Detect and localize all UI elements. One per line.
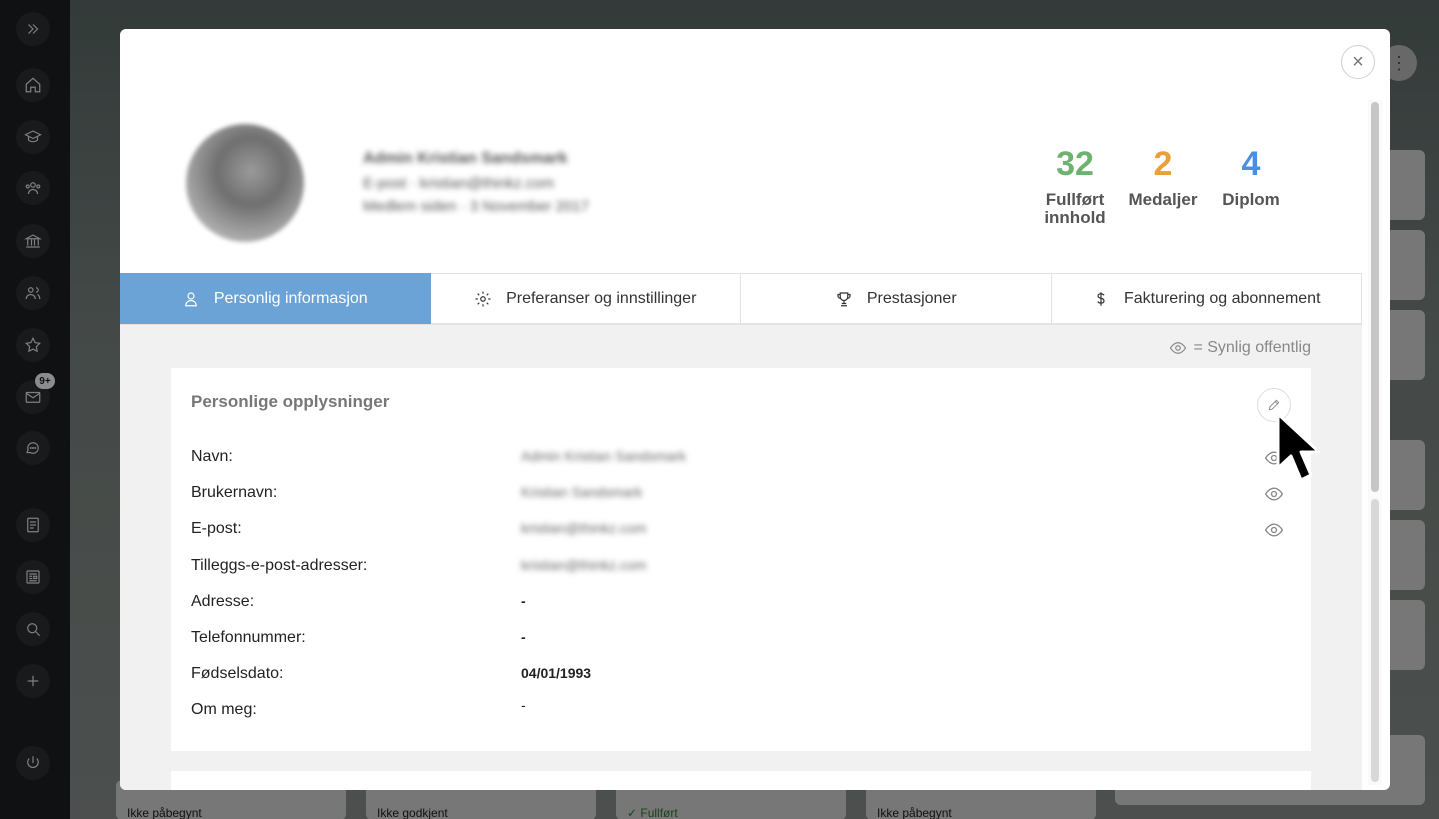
profile-modal: × Admin Kristian Sandsmark E-post · kris… (120, 29, 1390, 790)
detail-row-birthdate: Fødselsdato: 04/01/1993 (191, 665, 1291, 689)
detail-row-username: Brukernavn: Kristian Sandsmark (191, 484, 1291, 508)
detail-value: kristian@thinkz.com (521, 520, 647, 536)
stat-value: 2 (1153, 145, 1173, 183)
profile-member-since: Medlem siden · 3 November 2017 (363, 198, 589, 215)
gear-icon (475, 291, 491, 306)
detail-label: Adresse: (191, 593, 255, 610)
avatar-edit-badge (296, 217, 316, 237)
detail-value: - (521, 629, 526, 645)
detail-label: Brukernavn: (191, 484, 278, 501)
profile-email: E-post · kristian@thinkz.com (363, 175, 555, 192)
stat-value: 32 (1056, 145, 1094, 183)
next-section-card (171, 771, 1311, 790)
tab-label: Personlig informasjon (213, 289, 368, 307)
stat-completed-content: 32 Fullført innhold (1025, 145, 1125, 227)
close-button[interactable]: × (1341, 45, 1375, 79)
detail-row-address: Adresse: - (191, 593, 1291, 617)
detail-row-name: Navn: Admin Kristian Sandsmark (191, 448, 1291, 472)
detail-row-additional-emails: Tilleggs-e-post-adresser: kristian@think… (191, 557, 1291, 581)
eye-icon (1264, 484, 1284, 504)
tab-achievements[interactable]: Prestasjoner (741, 273, 1052, 324)
stat-label: Fullført innhold (1044, 190, 1106, 227)
detail-label: E-post: (191, 520, 242, 537)
close-icon: × (1352, 50, 1364, 73)
detail-row-email: E-post: kristian@thinkz.com (191, 520, 1291, 544)
eye-icon (1264, 520, 1284, 540)
card-title: Personlige opplysninger (191, 392, 390, 411)
stat-label: Medaljer (1128, 190, 1198, 209)
detail-label: Om meg: (191, 701, 257, 718)
detail-label: Fødselsdato: (191, 665, 284, 682)
trophy-icon (837, 291, 851, 306)
detail-value: - (521, 593, 526, 609)
profile-tabs: Personlig informasjon Preferanser og inn… (120, 273, 1362, 325)
detail-value: kristian@thinkz.com (521, 557, 647, 573)
dollar-icon (1097, 291, 1105, 306)
tab-label: Fakturering og abonnement (1123, 289, 1321, 307)
tab-preferences[interactable]: Preferanser og innstillinger (430, 273, 741, 324)
stat-label: Diplom (1222, 190, 1280, 209)
tab-content: = Synlig offentlig Personlige opplysning… (120, 325, 1362, 790)
detail-value: Admin Kristian Sandsmark (521, 448, 686, 464)
profile-name: Admin Kristian Sandsmark (363, 150, 568, 167)
mouse-cursor-icon (1276, 412, 1321, 482)
tab-personal-info[interactable]: Personlig informasjon (120, 273, 431, 324)
personal-details-card: Personlige opplysninger Navn: Admin Kris… (171, 368, 1311, 751)
detail-value: - (521, 697, 526, 713)
eye-icon (1170, 342, 1187, 354)
detail-value: 04/01/1993 (521, 665, 592, 681)
detail-label: Tilleggs-e-post-adresser: (191, 557, 368, 574)
visibility-legend: = Synlig offentlig (1169, 339, 1311, 357)
detail-row-phone: Telefonnummer: - (191, 629, 1291, 653)
detail-value: Kristian Sandsmark (521, 484, 643, 500)
scrollbar-lower (1371, 499, 1379, 782)
avatar[interactable] (186, 124, 304, 242)
tab-label: Prestasjoner (866, 289, 957, 307)
detail-label: Navn: (191, 448, 233, 465)
stat-medals: 2 Medaljer (1113, 145, 1213, 209)
visibility-legend-text: = Synlig offentlig (1193, 339, 1311, 356)
scrollbar-thumb[interactable] (1371, 102, 1379, 492)
tab-billing[interactable]: Fakturering og abonnement (1051, 273, 1362, 324)
user-icon (184, 291, 197, 306)
detail-row-about: Om meg: - (191, 697, 1291, 725)
detail-label: Telefonnummer: (191, 629, 306, 646)
tab-label: Preferanser og innstillinger (506, 289, 697, 307)
stat-value: 4 (1241, 145, 1261, 183)
stat-diplomas: 4 Diplom (1201, 145, 1301, 209)
